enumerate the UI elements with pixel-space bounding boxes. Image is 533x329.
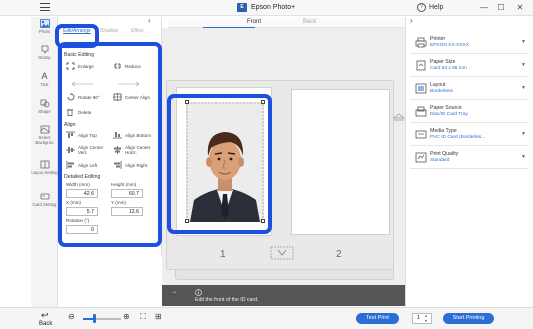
tool-label: Layou Setting bbox=[31, 170, 58, 175]
setting-value: Standard bbox=[430, 158, 450, 163]
zoom-in-icon[interactable]: ⊕ bbox=[123, 312, 130, 321]
tool-photo[interactable]: Photo bbox=[31, 19, 58, 34]
tab-front[interactable]: Front bbox=[247, 19, 261, 25]
tool-label: Photo bbox=[38, 29, 51, 34]
tool-layout[interactable]: Layou Setting bbox=[31, 160, 58, 175]
tool-label: Text bbox=[40, 82, 49, 87]
tab-shadow[interactable]: Shadow bbox=[100, 28, 118, 34]
zoom-out-icon[interactable]: ⊖ bbox=[68, 312, 75, 321]
tool-rail: Photo Stamp A Text Shape Select Backgrou… bbox=[31, 17, 58, 307]
setting-value: Borderless bbox=[430, 89, 453, 94]
zoom-slider-thumb[interactable] bbox=[92, 314, 96, 323]
tool-label: Select Backgrou bbox=[35, 135, 54, 145]
paper-size-icon bbox=[416, 60, 426, 71]
help-icon[interactable]: ? bbox=[417, 3, 426, 12]
tool-label: Card Setting bbox=[32, 202, 57, 207]
stepper-arrows-icon[interactable]: ▴ ▾ bbox=[425, 313, 427, 323]
setting-title: Paper Source bbox=[430, 105, 462, 111]
maximize-button[interactable]: ☐ bbox=[495, 2, 507, 14]
setting-title: Paper Size bbox=[430, 59, 456, 65]
minimize-button[interactable]: — bbox=[478, 2, 490, 14]
chevron-down-icon: ▼ bbox=[521, 154, 526, 160]
setting-title: Print Quality bbox=[430, 151, 459, 157]
print-quality-icon bbox=[415, 152, 427, 163]
back-button[interactable]: Back bbox=[39, 321, 52, 327]
collapse-right-panel-icon[interactable]: › bbox=[410, 16, 413, 25]
app-logo-icon: E bbox=[237, 3, 247, 12]
shape-icon bbox=[40, 99, 49, 108]
info-icon bbox=[195, 289, 202, 296]
help-label[interactable]: Help bbox=[429, 3, 443, 13]
tool-card[interactable]: Card Setting bbox=[31, 192, 58, 207]
start-printing-button[interactable]: Start Printing bbox=[443, 313, 494, 324]
stamp-icon bbox=[41, 45, 48, 54]
chevron-down-icon: ▼ bbox=[521, 131, 526, 137]
card-slot-2[interactable] bbox=[291, 89, 390, 235]
card-icon bbox=[40, 193, 49, 200]
test-print-button[interactable]: Test Print bbox=[356, 313, 399, 324]
back-icon[interactable]: ↩ bbox=[41, 310, 49, 321]
hint-text: Edit the front of the ID card. bbox=[195, 297, 259, 303]
setting-title: Layout bbox=[430, 82, 446, 88]
printer-icon bbox=[415, 37, 427, 48]
tool-text[interactable]: A Text bbox=[31, 71, 58, 88]
chevron-down-icon: ▼ bbox=[521, 39, 526, 45]
layout-icon bbox=[415, 83, 427, 94]
highlight-edit-panel bbox=[58, 42, 162, 247]
background-icon bbox=[40, 125, 49, 134]
collapse-hint-icon[interactable]: ⌄ bbox=[172, 288, 177, 295]
title-bar: E Epson Photo+ ? Help — ☐ ✕ bbox=[0, 0, 533, 16]
layout-icon bbox=[40, 160, 49, 169]
bottom-bar: ↩ Back ⊖ ⊕ ⛶ ⊞ Test Print 1 ▴ ▾ Start Pri… bbox=[0, 307, 533, 329]
collapse-left-panel-icon[interactable]: ‹ bbox=[148, 16, 151, 25]
chevron-down-icon: ▼ bbox=[521, 85, 526, 91]
tool-label: Shape bbox=[38, 109, 51, 114]
tab-back[interactable]: Back bbox=[303, 19, 316, 25]
page-number-1: 1 bbox=[220, 249, 226, 260]
setting-layout[interactable]: Layout Borderless ▼ bbox=[410, 78, 528, 100]
insert-direction-icon bbox=[270, 246, 294, 260]
chevron-down-icon: ▼ bbox=[521, 62, 526, 68]
grid-icon[interactable]: ⊞ bbox=[155, 312, 162, 321]
setting-printer[interactable]: Printer EPSON XX-XXXX ▼ bbox=[410, 32, 528, 54]
setting-title: Printer bbox=[430, 36, 446, 42]
tray-direction-icon bbox=[393, 113, 405, 121]
setting-value: PVC ID Card (Borderles... bbox=[430, 135, 486, 140]
window-title: Epson Photo+ bbox=[251, 4, 296, 11]
fit-to-window-icon[interactable]: ⛶ bbox=[140, 312, 146, 322]
setting-media-type[interactable]: Media Type PVC ID Card (Borderles... ▼ bbox=[410, 124, 528, 146]
setting-title: Media Type bbox=[430, 128, 457, 134]
media-type-icon bbox=[415, 130, 427, 139]
hamburger-menu-icon[interactable] bbox=[40, 3, 50, 12]
close-button[interactable]: ✕ bbox=[514, 2, 526, 14]
tool-background[interactable]: Select Backgrou bbox=[31, 125, 58, 145]
photo-icon bbox=[39, 19, 50, 28]
setting-value: Disc/ID Card Tray bbox=[430, 112, 468, 117]
hint-bar: ⌄ Edit the front of the ID card. bbox=[162, 285, 405, 306]
setting-print-quality[interactable]: Print Quality Standard ▼ bbox=[410, 147, 528, 169]
paper-source-icon bbox=[415, 106, 427, 117]
text-icon: A bbox=[41, 71, 48, 81]
copies-stepper[interactable]: 1 bbox=[412, 313, 432, 324]
setting-value: Card 54 x 86 mm bbox=[430, 66, 467, 71]
tool-stamp[interactable]: Stamp bbox=[31, 45, 58, 60]
setting-value: EPSON XX-XXXX bbox=[430, 43, 469, 48]
highlight-photo bbox=[167, 94, 272, 234]
tool-shape[interactable]: Shape bbox=[31, 99, 58, 114]
tab-effect[interactable]: Effect bbox=[131, 28, 144, 34]
setting-paper-source[interactable]: Paper Source Disc/ID Card Tray bbox=[410, 101, 528, 123]
setting-paper-size[interactable]: Paper Size Card 54 x 86 mm ▼ bbox=[410, 55, 528, 77]
tool-label: Stamp bbox=[38, 55, 51, 60]
page-number-2: 2 bbox=[336, 249, 342, 260]
